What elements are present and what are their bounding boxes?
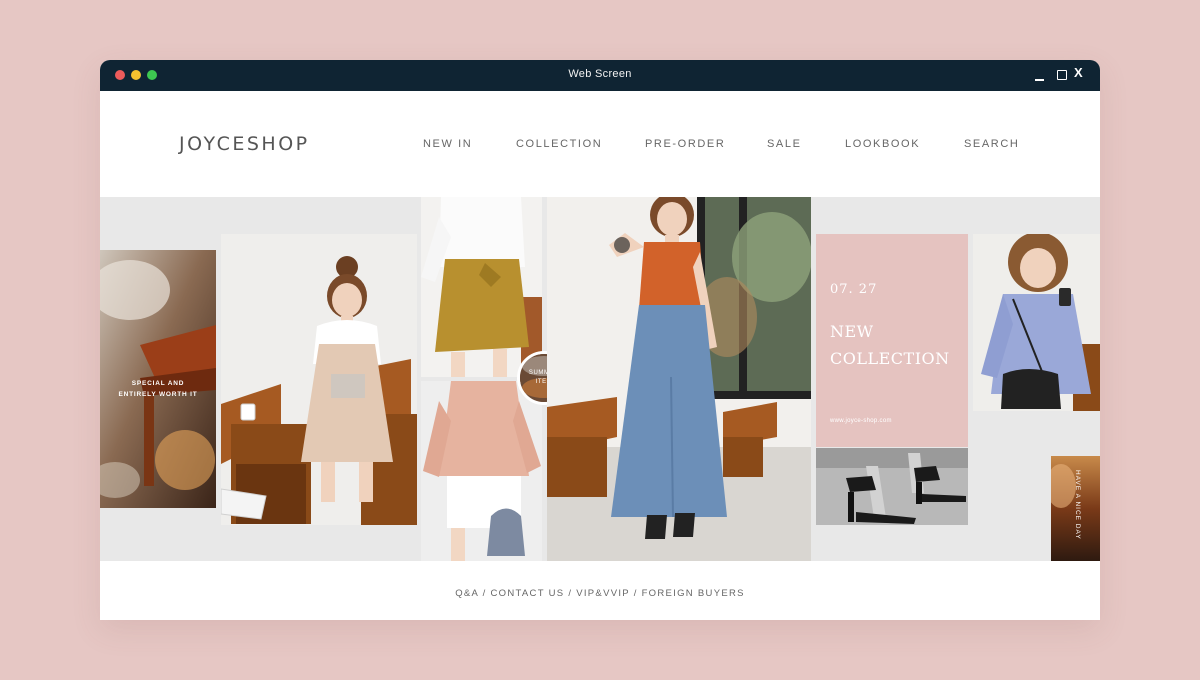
- nav-lookbook[interactable]: LOOKBOOK: [845, 138, 920, 150]
- close-icon[interactable]: X: [1074, 66, 1083, 80]
- footer-links: Q&A / CONTACT US / VIP&VVIP / FOREIGN BU…: [100, 588, 1100, 599]
- title-bar: Web Screen X: [100, 60, 1100, 91]
- browser-window: Web Screen X JOYCESHOP NEW IN COLLECTION…: [100, 60, 1100, 620]
- photo-model-jeans[interactable]: [547, 197, 811, 561]
- footer-link-foreign-buyers[interactable]: FOREIGN BUYERS: [642, 588, 745, 599]
- nice-day-caption: HAVE A NICE DAY: [1074, 470, 1081, 540]
- photo-chair-tile[interactable]: SPECIAL AND ENTIRELY WORTH IT: [100, 250, 216, 508]
- caption-line-1: SPECIAL AND: [131, 380, 185, 387]
- photo-model-sitting[interactable]: [221, 234, 417, 525]
- site-footer: Q&A / CONTACT US / VIP&VVIP / FOREIGN BU…: [100, 561, 1100, 620]
- mustard-skirt-image: [421, 197, 542, 377]
- footer-separator: /: [478, 588, 491, 599]
- nav-new-in[interactable]: NEW IN: [423, 138, 472, 150]
- promo-date: 07. 27: [830, 282, 878, 297]
- blue-shirt-image: [973, 234, 1100, 411]
- new-collection-promo[interactable]: 07. 27 NEW COLLECTION www.joyce-shop.com: [816, 234, 968, 447]
- footer-link-contact[interactable]: CONTACT US: [491, 588, 565, 599]
- photo-nice-day-strip[interactable]: HAVE A NICE DAY: [1051, 456, 1100, 561]
- maximize-icon[interactable]: [1057, 70, 1067, 80]
- nav-collection[interactable]: COLLECTION: [516, 138, 602, 150]
- hero-collage: SPECIAL AND ENTIRELY WORTH IT SUMMER ITE…: [100, 197, 1100, 561]
- model-sitting-image: [221, 234, 417, 525]
- footer-link-qa[interactable]: Q&A: [455, 588, 478, 599]
- nav-sale[interactable]: SALE: [767, 138, 802, 150]
- nav-search[interactable]: SEARCH: [964, 138, 1019, 150]
- window-title: Web Screen: [568, 68, 632, 80]
- pink-blouse-image: [421, 381, 542, 561]
- promo-url[interactable]: www.joyce-shop.com: [830, 418, 892, 424]
- photo-blue-shirt[interactable]: [973, 234, 1100, 411]
- model-jeans-image: [547, 197, 811, 561]
- nav-pre-order[interactable]: PRE-ORDER: [645, 138, 725, 150]
- photo-mustard-skirt[interactable]: [421, 197, 542, 377]
- photo-pink-blouse[interactable]: [421, 381, 542, 561]
- promo-title-line-1: NEW: [830, 322, 874, 341]
- footer-link-vip[interactable]: VIP&VVIP: [576, 588, 630, 599]
- footer-separator: /: [564, 588, 577, 599]
- photo-sandals[interactable]: [816, 448, 968, 525]
- sandals-image: [816, 448, 968, 525]
- minimize-icon[interactable]: [1035, 68, 1045, 81]
- brand-logo[interactable]: JOYCESHOP: [179, 133, 310, 155]
- promo-title-line-2: COLLECTION: [830, 349, 950, 368]
- site-header: JOYCESHOP NEW IN COLLECTION PRE-ORDER SA…: [100, 91, 1100, 197]
- footer-separator: /: [629, 588, 642, 599]
- caption-line-2: ENTIRELY WORTH IT: [118, 391, 198, 398]
